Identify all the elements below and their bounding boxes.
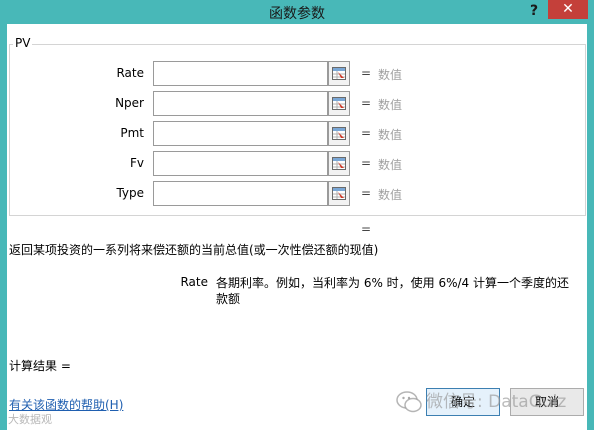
pmt-input[interactable] xyxy=(153,121,328,146)
close-button[interactable]: ✕ xyxy=(548,0,588,19)
window-frame-right xyxy=(587,24,594,430)
nper-label: Nper xyxy=(115,96,144,110)
range-select-icon xyxy=(332,67,346,80)
pmt-collapse-button[interactable] xyxy=(328,121,350,146)
function-name-legend: PV xyxy=(13,36,33,50)
fv-equals: = xyxy=(361,156,372,170)
function-arguments-dialog: 函数参数 ? ✕ PV Rate = 数值 Nper = 数值 Pmt = 数值… xyxy=(0,0,594,430)
dialog-title: 函数参数 xyxy=(269,6,325,22)
range-select-icon xyxy=(332,187,346,200)
fv-label: Fv xyxy=(129,156,144,170)
help-icon-button[interactable]: ? xyxy=(526,1,542,21)
argument-help-name: Rate xyxy=(180,275,208,289)
type-collapse-button[interactable] xyxy=(328,181,350,206)
wechat-icon xyxy=(396,391,422,413)
fv-input[interactable] xyxy=(153,151,328,176)
ok-button[interactable]: 确定 xyxy=(426,388,500,416)
function-description: 返回某项投资的一系列将来偿还额的当前总值(或一次性偿还额的现值) xyxy=(9,243,379,257)
formula-result-equals: = xyxy=(361,222,372,236)
type-hint: 数值 xyxy=(378,188,403,202)
calculation-result: 计算结果 = xyxy=(9,359,71,373)
nper-equals: = xyxy=(361,96,372,110)
rate-collapse-button[interactable] xyxy=(328,61,350,86)
rate-input[interactable] xyxy=(153,61,328,86)
argument-help-text: 各期利率。例如，当利率为 6% 时，使用 6%/4 计算一个季度的还款额 xyxy=(216,276,570,306)
pmt-label: Pmt xyxy=(120,126,144,140)
range-select-icon xyxy=(332,127,346,140)
range-select-icon xyxy=(332,97,346,110)
rate-hint: 数值 xyxy=(378,68,403,82)
rate-equals: = xyxy=(361,66,372,80)
window-frame-left xyxy=(0,24,7,430)
rate-label: Rate xyxy=(116,66,144,80)
watermark-small: 大数据观 xyxy=(8,413,52,426)
fv-collapse-button[interactable] xyxy=(328,151,350,176)
pmt-hint: 数值 xyxy=(378,128,403,142)
title-bar[interactable]: 函数参数 ? ✕ xyxy=(0,0,594,24)
nper-hint: 数值 xyxy=(378,98,403,112)
pmt-equals: = xyxy=(361,126,372,140)
nper-input[interactable] xyxy=(153,91,328,116)
type-label: Type xyxy=(116,186,144,200)
range-select-icon xyxy=(332,157,346,170)
type-equals: = xyxy=(361,186,372,200)
type-input[interactable] xyxy=(153,181,328,206)
fv-hint: 数值 xyxy=(378,158,403,172)
cancel-button[interactable]: 取消 xyxy=(510,388,584,416)
nper-collapse-button[interactable] xyxy=(328,91,350,116)
